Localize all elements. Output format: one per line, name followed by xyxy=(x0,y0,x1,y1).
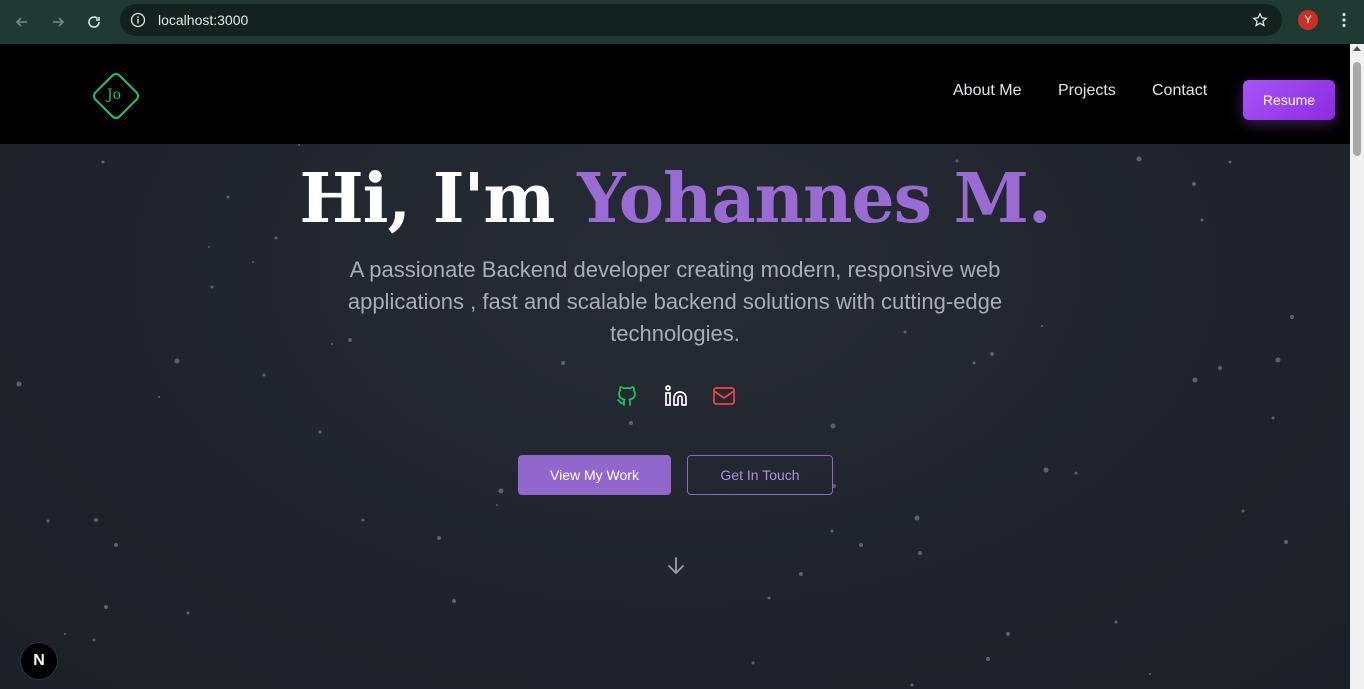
nav-contact[interactable]: Contact xyxy=(1152,82,1207,100)
linkedin-icon[interactable] xyxy=(662,382,690,410)
browser-toolbar: localhost:3000 Y xyxy=(0,0,1364,44)
github-icon[interactable] xyxy=(613,382,641,410)
hero-greeting: Hi, I'm xyxy=(299,159,578,239)
logo-text[interactable]: Jo xyxy=(92,84,136,106)
star-icon[interactable] xyxy=(1252,12,1268,28)
back-icon[interactable] xyxy=(8,8,36,36)
address-bar[interactable]: localhost:3000 xyxy=(120,4,1282,36)
scroll-up-icon[interactable] xyxy=(1353,46,1361,51)
url-text: localhost:3000 xyxy=(158,12,249,28)
profile-avatar[interactable]: Y xyxy=(1298,10,1318,30)
site-header: Jo About Me Projects Contact Resume xyxy=(0,44,1350,144)
page-viewport: Jo About Me Projects Contact Resume Hi, … xyxy=(0,44,1350,689)
info-icon[interactable] xyxy=(130,12,146,28)
reload-icon[interactable] xyxy=(80,8,108,36)
get-in-touch-button[interactable]: Get In Touch xyxy=(687,455,833,495)
hero-subtitle: A passionate Backend developer creating … xyxy=(347,257,1003,346)
page-scrollbar[interactable] xyxy=(1350,44,1364,689)
hero-name: Yohannes M. xyxy=(577,159,1052,239)
arrow-down-icon[interactable] xyxy=(665,555,687,577)
hero-title: Hi, I'm Yohannes M. xyxy=(0,159,1350,239)
kebab-icon[interactable] xyxy=(1334,10,1354,30)
scrollbar-thumb[interactable] xyxy=(1353,62,1361,156)
resume-button[interactable]: Resume xyxy=(1243,80,1335,120)
nextjs-dev-badge[interactable]: N xyxy=(20,642,58,680)
forward-icon[interactable] xyxy=(44,8,72,36)
nav-about-me[interactable]: About Me xyxy=(953,82,1021,100)
view-my-work-button[interactable]: View My Work xyxy=(518,455,671,495)
mail-icon[interactable] xyxy=(710,382,738,410)
nav-projects[interactable]: Projects xyxy=(1058,82,1116,100)
